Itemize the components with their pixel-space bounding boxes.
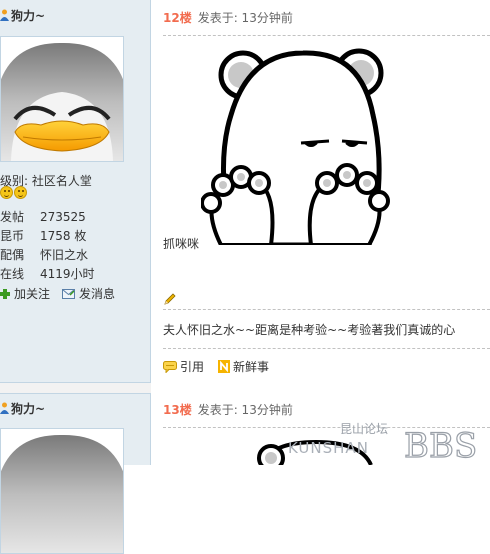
- floor-number[interactable]: 13楼: [163, 401, 192, 418]
- post-time: 发表于: 13分钟前: [197, 10, 293, 25]
- quote-label: 引用: [180, 360, 205, 374]
- stat-row: 昆币 1758 枚: [0, 226, 150, 245]
- post-actions: 引用 新鲜事: [163, 358, 283, 375]
- speech-bubble-icon: [163, 360, 177, 373]
- stat-value: 1758 枚: [40, 229, 87, 243]
- stat-label: 配偶: [0, 248, 25, 262]
- author-name[interactable]: 狗力~: [11, 7, 45, 24]
- watermark-en: KUNSHAN: [288, 439, 369, 457]
- stat-label: 昆币: [0, 229, 25, 243]
- post-image[interactable]: [200, 45, 411, 248]
- floor-number[interactable]: 12楼: [163, 9, 192, 26]
- level-icons: [0, 186, 27, 199]
- divider: [163, 348, 490, 349]
- watermark-bbs: BBS: [404, 426, 477, 463]
- stat-row: 在线 4119小时: [0, 264, 150, 283]
- author-sidebar: 狗力~ 级别: 社区名人堂 发帖 273525 昆币 1758 枚 配偶 怀旧之…: [0, 0, 151, 554]
- avatar[interactable]: [0, 36, 124, 162]
- user-online-icon: [0, 402, 9, 414]
- post-header: 12楼 发表于: 13分钟前: [163, 7, 293, 27]
- stat-value: 4119小时: [40, 267, 95, 281]
- avatar[interactable]: [0, 428, 124, 554]
- stat-label: 发帖: [0, 210, 25, 224]
- user-stats: 发帖 273525 昆币 1758 枚 配偶 怀旧之水 在线 4119小时: [0, 207, 150, 283]
- author-actions: 加关注 发消息: [0, 285, 127, 302]
- post-time: 发表于: 13分钟前: [197, 402, 293, 417]
- post-content: 12楼 发表于: 13分钟前 抓咪咪 夫人怀旧之水~~距离是种考验~~考验著我们…: [151, 0, 490, 465]
- signature-divider: [163, 309, 490, 310]
- divider: [163, 35, 490, 36]
- forum-watermark-logo: 昆山论坛 KUNSHAN BBS: [288, 422, 478, 463]
- news-n-icon: [218, 360, 231, 373]
- user-online-icon: [0, 9, 9, 21]
- message-button[interactable]: 发消息: [62, 285, 115, 302]
- stat-row: 发帖 273525: [0, 207, 150, 226]
- news-label: 新鲜事: [233, 360, 270, 374]
- message-label: 发消息: [79, 287, 116, 301]
- bear-sticker-image: [200, 48, 390, 248]
- author-name[interactable]: 狗力~: [11, 400, 45, 417]
- post-body-text: 抓咪咪: [163, 237, 200, 251]
- stat-value: 273525: [40, 209, 86, 224]
- smiley-icon: [14, 186, 27, 199]
- plus-icon: [0, 288, 10, 299]
- follow-label: 加关注: [14, 287, 51, 301]
- pencil-icon: [164, 293, 176, 305]
- author-row: 狗力~: [0, 398, 45, 418]
- penguin-avatar-image: [1, 434, 123, 553]
- watermark-cn: 昆山论坛: [340, 422, 388, 436]
- stat-value[interactable]: 怀旧之水: [40, 246, 88, 263]
- quote-button[interactable]: 引用: [163, 358, 204, 375]
- smiley-icon: [0, 186, 13, 199]
- stat-row: 配偶 怀旧之水: [0, 245, 150, 264]
- follow-button[interactable]: 加关注: [0, 285, 50, 302]
- signature-text: 夫人怀旧之水~~距离是种考验~~考验著我们真诚的心: [163, 323, 456, 337]
- post-header: 13楼 发表于: 13分钟前: [163, 399, 293, 419]
- stat-label: 在线: [0, 267, 25, 281]
- news-button[interactable]: 新鲜事: [218, 358, 269, 375]
- penguin-avatar-image: [1, 42, 123, 161]
- author-row: 狗力~: [0, 5, 45, 25]
- envelope-icon: [62, 288, 76, 299]
